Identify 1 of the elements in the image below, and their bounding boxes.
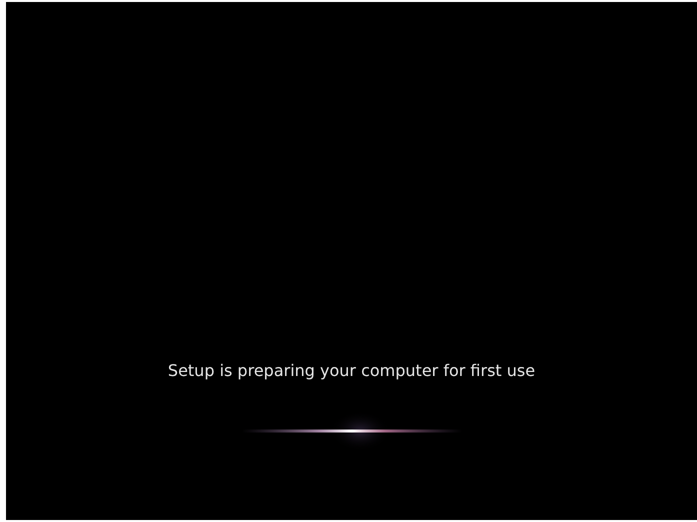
setup-message: Setup is preparing your computer for first use <box>168 360 536 382</box>
